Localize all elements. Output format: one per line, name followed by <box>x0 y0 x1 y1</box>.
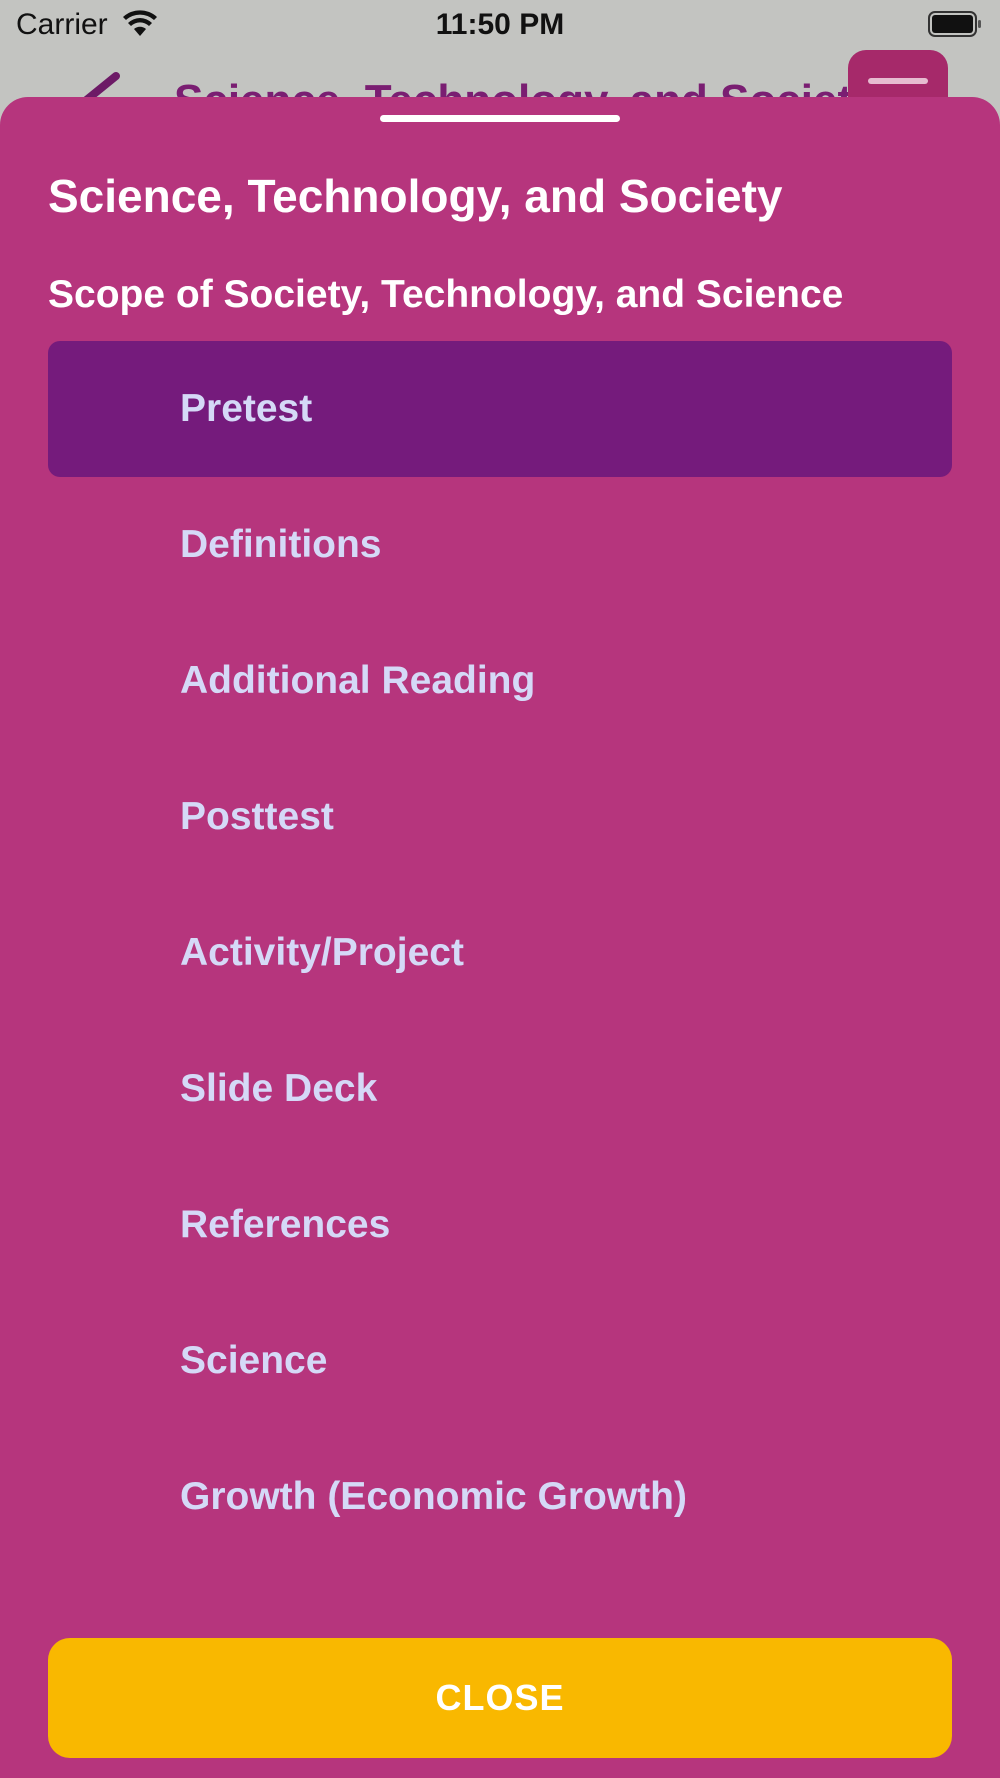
close-button[interactable]: CLOSE <box>48 1638 952 1758</box>
topic-menu-list: Pretest Definitions Additional Reading P… <box>48 341 952 1565</box>
status-bar: Carrier 11:50 PM <box>0 0 1000 50</box>
topic-menu-sheet: Science, Technology, and Society Scope o… <box>0 97 1000 1778</box>
battery-full-icon <box>928 11 981 37</box>
menu-item-pretest[interactable]: Pretest <box>48 341 952 477</box>
clock-time: 11:50 PM <box>435 8 565 41</box>
menu-item-activity-project[interactable]: Activity/Project <box>48 885 952 1021</box>
menu-item-posttest[interactable]: Posttest <box>48 749 952 885</box>
menu-icon <box>868 78 928 84</box>
menu-item-slide-deck[interactable]: Slide Deck <box>48 1021 952 1157</box>
menu-item-references[interactable]: References <box>48 1157 952 1293</box>
sheet-title: Science, Technology, and Society <box>48 170 783 222</box>
menu-item-definitions[interactable]: Definitions <box>48 477 952 613</box>
sheet-grabber-handle[interactable] <box>380 115 620 122</box>
menu-item-science[interactable]: Science <box>48 1293 952 1429</box>
menu-item-economic-growth[interactable]: Growth (Economic Growth) <box>48 1429 952 1565</box>
section-subtitle: Scope of Society, Technology, and Scienc… <box>48 273 844 316</box>
menu-item-additional-reading[interactable]: Additional Reading <box>48 613 952 749</box>
